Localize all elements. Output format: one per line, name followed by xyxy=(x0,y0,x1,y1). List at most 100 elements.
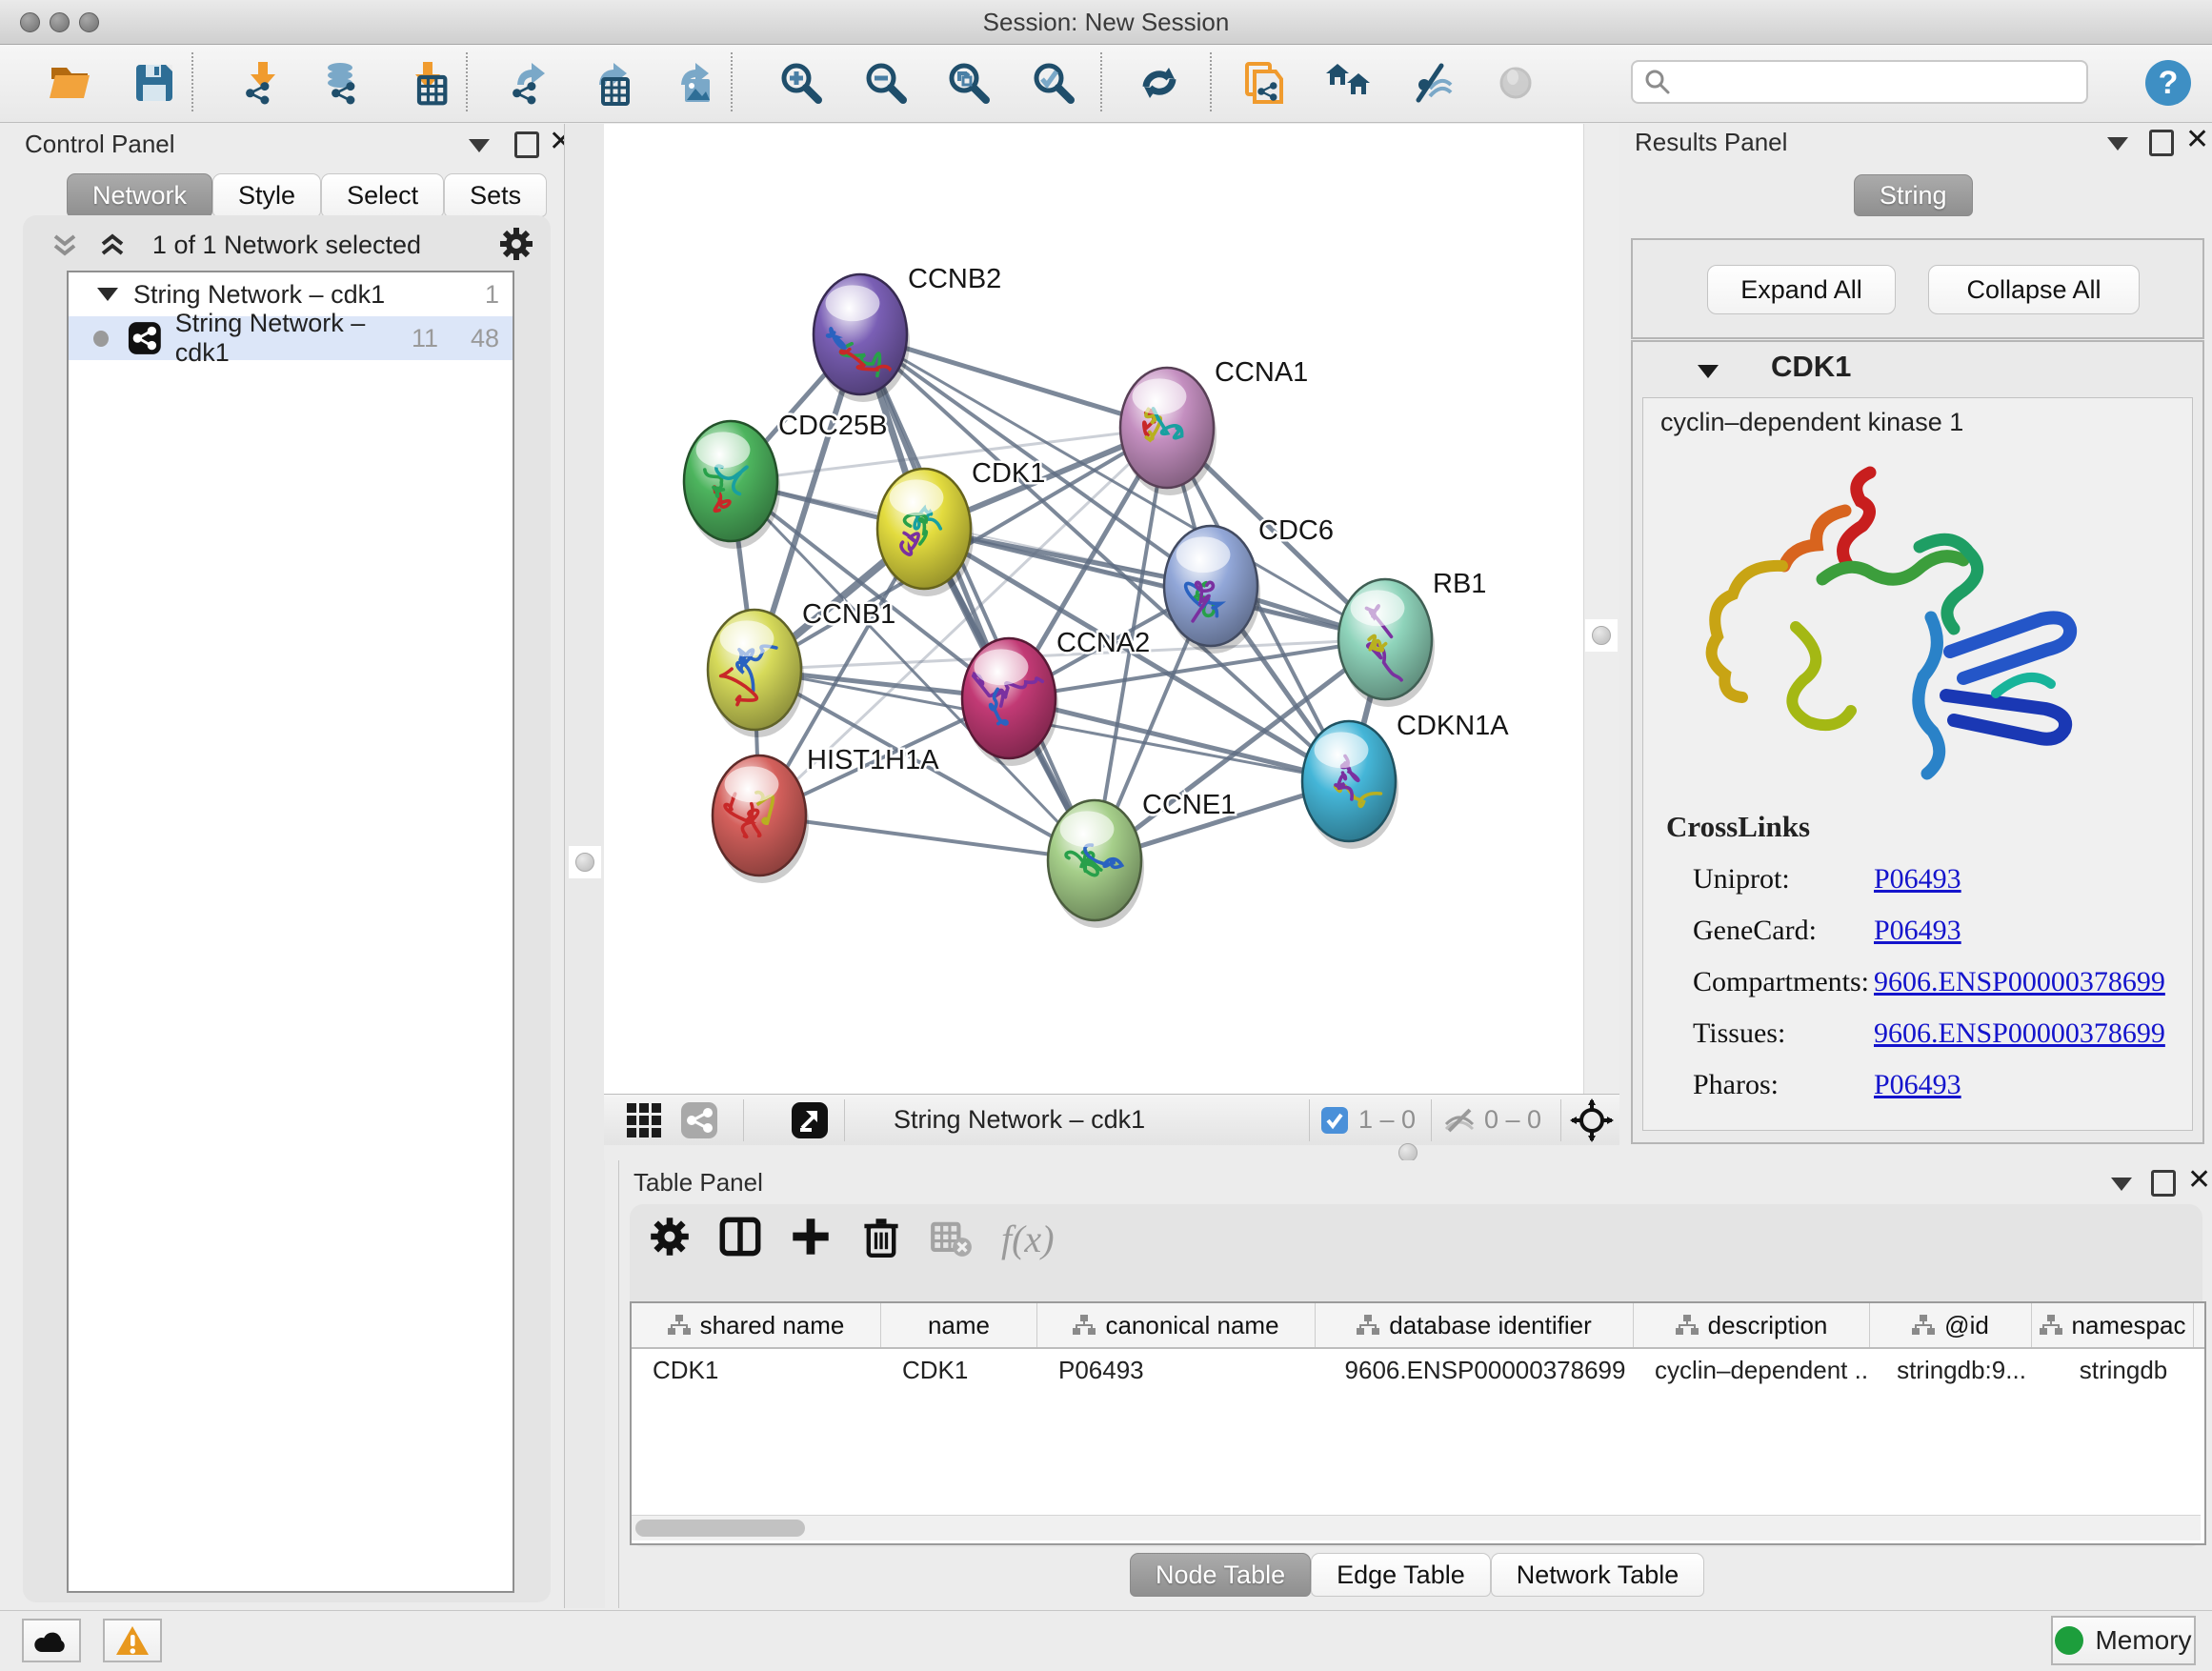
cell-database-identifier[interactable]: 9606.ENSP00000378699 xyxy=(1316,1356,1634,1385)
crosslink-link[interactable]: P06493 xyxy=(1874,863,1961,896)
table-row[interactable]: CDK1CDK1P064939606.ENSP00000378699cyclin… xyxy=(632,1349,2204,1391)
results-panel-close-icon[interactable]: ✕ xyxy=(2185,128,2209,152)
network-right-splitter[interactable] xyxy=(1583,124,1622,1094)
column-header-namespac[interactable]: namespac xyxy=(2032,1303,2194,1347)
export-network-icon[interactable] xyxy=(502,56,555,110)
node-label-CCNB2: CCNB2 xyxy=(908,264,1001,294)
column-header-canonical-name[interactable]: canonical name xyxy=(1037,1303,1316,1347)
gene-card-collapse-icon[interactable] xyxy=(1698,365,1719,378)
results-panel-collapse-icon[interactable] xyxy=(2107,137,2128,151)
node-CDK1[interactable]: CDK1 xyxy=(877,458,1045,596)
tab-style[interactable]: Style xyxy=(212,173,321,217)
left-splitter[interactable] xyxy=(564,124,605,1608)
birdseye-view-icon[interactable] xyxy=(1570,1098,1614,1142)
node-CCNE1[interactable]: CCNE1 xyxy=(1048,790,1236,928)
network-manager-gear-icon[interactable] xyxy=(497,225,535,268)
string-network-graph[interactable]: CCNB2CCNA1CDC25BCDK1CDC6RB1CCNB1CCNA2CDK… xyxy=(604,124,1583,1094)
cell-name[interactable]: CDK1 xyxy=(881,1356,1037,1385)
crosslink-link[interactable]: P06493 xyxy=(1874,1069,1961,1101)
open-in-new-window-icon[interactable] xyxy=(791,1101,829,1139)
help-button[interactable]: ? xyxy=(2142,56,2195,110)
left-splitter-handle[interactable] xyxy=(569,846,601,878)
table-panel-float-icon[interactable] xyxy=(2151,1170,2176,1197)
show-all-networks-icon[interactable] xyxy=(1322,56,1376,110)
tab-string[interactable]: String xyxy=(1854,174,1973,216)
node-CDC25B[interactable]: CDC25B xyxy=(684,411,887,549)
export-table-icon[interactable] xyxy=(584,56,637,110)
node-HIST1H1A[interactable]: HIST1H1A xyxy=(713,745,939,883)
control-panel-collapse-icon[interactable] xyxy=(469,139,490,152)
node-CCNB2[interactable]: CCNB2 xyxy=(814,264,1001,402)
tab-node-table[interactable]: Node Table xyxy=(1130,1553,1311,1597)
cell-canonical-name[interactable]: P06493 xyxy=(1037,1356,1316,1385)
import-network-database-icon[interactable] xyxy=(315,56,369,110)
table-hscrollbar[interactable] xyxy=(632,1515,2201,1540)
import-table-file-icon[interactable] xyxy=(400,56,453,110)
hide-selected-icon[interactable] xyxy=(1405,56,1458,110)
control-panel-float-icon[interactable] xyxy=(514,131,539,158)
table-panel-close-icon[interactable]: ✕ xyxy=(2187,1168,2211,1193)
add-column-icon[interactable] xyxy=(790,1216,832,1262)
toolbar-separator xyxy=(731,52,733,111)
open-session-icon[interactable] xyxy=(44,56,97,110)
warning-button[interactable] xyxy=(103,1619,162,1662)
cloud-button[interactable] xyxy=(22,1619,81,1662)
network-share-view-icon[interactable] xyxy=(680,1101,718,1139)
memory-button[interactable]: Memory xyxy=(2051,1616,2196,1665)
cell--id[interactable]: stringdb:9... xyxy=(1870,1356,2032,1385)
selected-checkbox-icon[interactable] xyxy=(1320,1106,1349,1135)
tree-expander-icon[interactable] xyxy=(97,288,118,301)
tab-select[interactable]: Select xyxy=(321,173,444,217)
edge-HIST1H1A-CCNE1[interactable] xyxy=(759,815,1095,860)
export-image-icon[interactable] xyxy=(666,56,719,110)
node-CDKN1A[interactable]: CDKN1A xyxy=(1302,711,1509,849)
collapse-all-button[interactable]: Collapse All xyxy=(1928,265,2140,314)
hidden-eye-icon[interactable] xyxy=(1442,1103,1477,1137)
delete-table-icon[interactable] xyxy=(931,1216,973,1262)
tab-network-table[interactable]: Network Table xyxy=(1491,1553,1705,1597)
tab-edge-table[interactable]: Edge Table xyxy=(1311,1553,1491,1597)
function-builder-icon[interactable]: f(x) xyxy=(1001,1217,1055,1261)
network-view-canvas[interactable]: CCNB2CCNA1CDC25BCDK1CDC6RB1CCNB1CCNA2CDK… xyxy=(604,124,1583,1094)
refresh-icon[interactable] xyxy=(1133,56,1186,110)
column-header-shared-name[interactable]: shared name xyxy=(632,1303,881,1347)
crosslink-link[interactable]: 9606.ENSP00000378699 xyxy=(1874,1017,2165,1050)
zoom-in-icon[interactable] xyxy=(774,56,828,110)
network-row-selected[interactable]: String Network – cdk1 11 48 xyxy=(69,316,513,360)
column-header-database-identifier[interactable]: database identifier xyxy=(1316,1303,1634,1347)
grid-view-icon[interactable] xyxy=(625,1101,663,1139)
zoom-selected-icon[interactable] xyxy=(1027,56,1080,110)
search-input[interactable] xyxy=(1631,60,2088,104)
zoom-fit-content-icon[interactable] xyxy=(942,56,995,110)
horizontal-splitter[interactable] xyxy=(604,1145,2212,1160)
network-right-splitter-handle[interactable] xyxy=(1585,619,1618,652)
split-view-icon[interactable] xyxy=(719,1216,761,1262)
show-hidden-icon[interactable] xyxy=(1489,56,1542,110)
crosslink-link[interactable]: 9606.ENSP00000378699 xyxy=(1874,966,2165,998)
save-session-icon[interactable] xyxy=(128,56,181,110)
tab-network[interactable]: Network xyxy=(67,173,212,217)
column-header--id[interactable]: @id xyxy=(1870,1303,2032,1347)
cell-namespac[interactable]: stringdb xyxy=(2032,1356,2194,1385)
table-panel-collapse-icon[interactable] xyxy=(2111,1178,2132,1191)
node-RB1[interactable]: RB1 xyxy=(1338,569,1486,707)
table-panel-body: f(x) shared namenamecanonical namedataba… xyxy=(630,1204,2202,1547)
column-header-description[interactable]: description xyxy=(1634,1303,1870,1347)
results-panel-float-icon[interactable] xyxy=(2149,130,2174,156)
node-CCNB1[interactable]: CCNB1 xyxy=(708,599,895,737)
expand-all-button[interactable]: Expand All xyxy=(1707,265,1896,314)
clone-network-icon[interactable] xyxy=(1237,56,1291,110)
import-network-file-icon[interactable] xyxy=(235,56,289,110)
column-header-name[interactable]: name xyxy=(881,1303,1037,1347)
table-hscrollbar-thumb[interactable] xyxy=(635,1520,805,1537)
cell-description[interactable]: cyclin–dependent ... xyxy=(1634,1356,1870,1385)
table-settings-icon[interactable] xyxy=(649,1216,691,1262)
cell-shared-name[interactable]: CDK1 xyxy=(632,1356,881,1385)
crosslink-link[interactable]: P06493 xyxy=(1874,915,1961,947)
delete-column-icon[interactable] xyxy=(860,1216,902,1262)
edge-CCNB2-CCNE1[interactable] xyxy=(860,334,1095,860)
horizontal-splitter-handle[interactable] xyxy=(1398,1143,1418,1162)
node-CDC6[interactable]: CDC6 xyxy=(1164,515,1334,654)
zoom-out-icon[interactable] xyxy=(859,56,913,110)
tab-sets[interactable]: Sets xyxy=(444,173,547,217)
